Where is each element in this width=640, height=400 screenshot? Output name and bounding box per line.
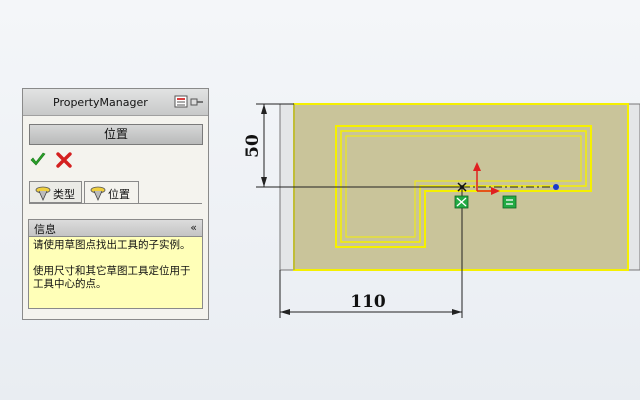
dim-arrow-down-icon (261, 177, 267, 187)
horizontal-relation-icon[interactable] (502, 195, 517, 209)
dimension-height-label[interactable]: 50 (243, 134, 263, 158)
dim-arrow-left-icon (280, 309, 290, 315)
dim-arrow-up-icon (261, 104, 267, 114)
coincident-relation-icon[interactable] (454, 195, 469, 209)
dimension-width-label[interactable]: 110 (350, 292, 386, 312)
graphics-area[interactable]: 50 110 (0, 0, 640, 400)
dim-arrow-right-icon (452, 309, 462, 315)
sketch-end-point[interactable] (553, 184, 559, 190)
